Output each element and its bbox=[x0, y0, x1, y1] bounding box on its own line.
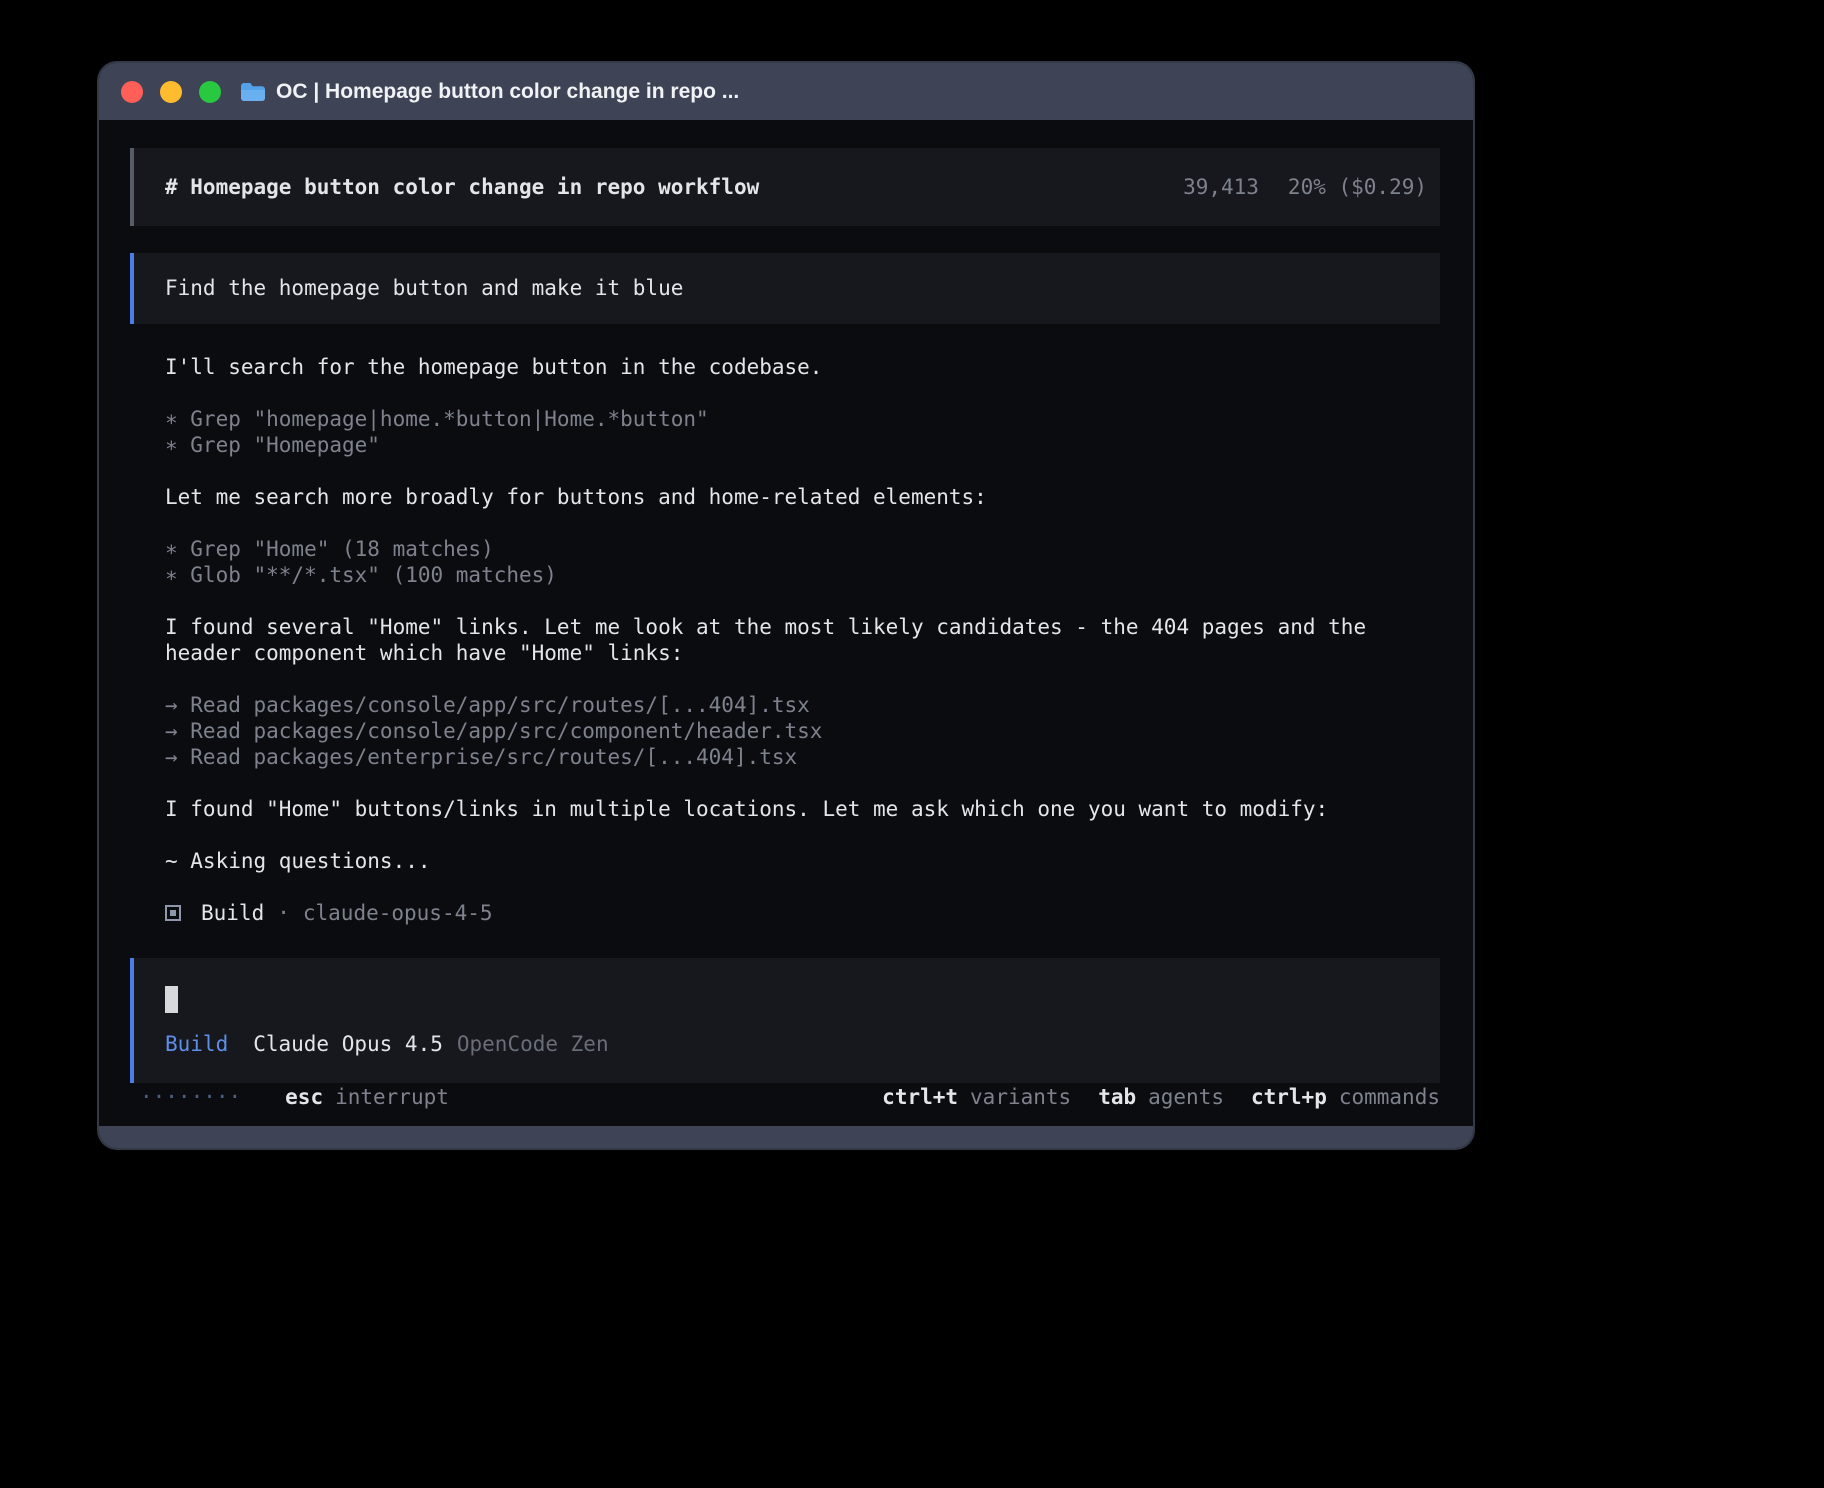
tool-call-grep: ∗ Grep "Homepage" bbox=[165, 432, 1440, 458]
tool-call-grep: ∗ Grep "Home" (18 matches) bbox=[165, 536, 1440, 562]
hint-variants: ctrl+t variants bbox=[882, 1084, 1071, 1110]
tool-call-glob: ∗ Glob "**/*.tsx" (100 matches) bbox=[165, 562, 1440, 588]
status-text: ~ Asking questions... bbox=[165, 848, 1440, 874]
blank-line bbox=[165, 380, 1440, 406]
blank-line bbox=[165, 770, 1440, 796]
status-bar: ········ esc interrupt ctrl+t variants tab… bbox=[130, 1083, 1440, 1112]
folder-icon bbox=[240, 82, 266, 102]
status-bar-right: ctrl+t variants tab agents ctrl+p commands bbox=[882, 1084, 1440, 1110]
window-bottom-edge bbox=[99, 1126, 1473, 1148]
status-bar-left: ········ esc interrupt bbox=[140, 1084, 449, 1110]
blank-line bbox=[165, 588, 1440, 614]
blank-line bbox=[165, 458, 1440, 484]
close-button[interactable] bbox=[121, 81, 143, 103]
agent-model: claude-opus-4-5 bbox=[303, 900, 493, 926]
input-provider-label: OpenCode Zen bbox=[457, 1031, 609, 1057]
input-model-label: Claude Opus 4.5 bbox=[253, 1031, 443, 1057]
assistant-text: I found "Home" buttons/links in multiple… bbox=[165, 796, 1440, 822]
tool-call-read: → Read packages/console/app/src/componen… bbox=[165, 718, 1440, 744]
hint-commands: ctrl+p commands bbox=[1251, 1084, 1440, 1110]
tool-call-grep: ∗ Grep "homepage|home.*button|Home.*butt… bbox=[165, 406, 1440, 432]
tool-call-read: → Read packages/console/app/src/routes/[… bbox=[165, 692, 1440, 718]
blank-line bbox=[165, 874, 1440, 900]
agent-name: Build bbox=[201, 900, 264, 926]
input-meta: Build Claude Opus 4.5 OpenCode Zen bbox=[165, 1031, 1409, 1057]
hint-key: ctrl+t bbox=[882, 1085, 958, 1109]
separator-dot: · bbox=[277, 900, 290, 926]
hint-label: variants bbox=[970, 1085, 1071, 1109]
session-title: # Homepage button color change in repo w… bbox=[165, 174, 759, 200]
blank-line bbox=[165, 510, 1440, 536]
context-usage: 20% ($0.29) bbox=[1288, 174, 1427, 200]
hint-label: interrupt bbox=[335, 1085, 449, 1109]
blank-line bbox=[165, 822, 1440, 848]
hint-label: agents bbox=[1148, 1085, 1224, 1109]
hint-key: tab bbox=[1098, 1085, 1136, 1109]
window-titlebar[interactable]: OC | Homepage button color change in rep… bbox=[99, 63, 1473, 120]
working-spinner: ········ bbox=[140, 1084, 241, 1110]
terminal-content: # Homepage button color change in repo w… bbox=[99, 120, 1473, 1126]
zoom-button[interactable] bbox=[199, 81, 221, 103]
session-header: # Homepage button color change in repo w… bbox=[130, 148, 1440, 226]
desktop: { "window": { "title": "OC | Homepage bu… bbox=[0, 0, 1824, 1488]
user-message-text: Find the homepage button and make it blu… bbox=[165, 275, 683, 301]
user-message: Find the homepage button and make it blu… bbox=[130, 253, 1440, 323]
window-title: OC | Homepage button color change in rep… bbox=[276, 80, 739, 104]
tool-call-read: → Read packages/enterprise/src/routes/[.… bbox=[165, 744, 1440, 770]
traffic-lights bbox=[121, 81, 221, 103]
hint-key: ctrl+p bbox=[1251, 1085, 1327, 1109]
input-agent-label[interactable]: Build bbox=[165, 1031, 228, 1057]
token-count: 39,413 bbox=[1183, 174, 1259, 200]
agent-icon bbox=[165, 905, 181, 921]
hint-key: esc bbox=[285, 1085, 323, 1109]
agent-status: Build · claude-opus-4-5 bbox=[130, 900, 1440, 926]
minimize-button[interactable] bbox=[160, 81, 182, 103]
hint-agents: tab agents bbox=[1098, 1084, 1224, 1110]
transcript: I'll search for the homepage button in t… bbox=[130, 354, 1440, 900]
hint-label: commands bbox=[1339, 1085, 1440, 1109]
session-stats: 39,413 20% ($0.29) bbox=[1183, 174, 1427, 200]
hint-interrupt: esc interrupt bbox=[285, 1084, 449, 1110]
text-cursor bbox=[165, 986, 178, 1013]
terminal-window: OC | Homepage button color change in rep… bbox=[99, 63, 1473, 1148]
assistant-text: I found several "Home" links. Let me loo… bbox=[165, 614, 1440, 666]
blank-line bbox=[165, 666, 1440, 692]
assistant-text: I'll search for the homepage button in t… bbox=[165, 354, 1440, 380]
assistant-text: Let me search more broadly for buttons a… bbox=[165, 484, 1440, 510]
prompt-input[interactable]: Build Claude Opus 4.5 OpenCode Zen bbox=[130, 958, 1440, 1083]
